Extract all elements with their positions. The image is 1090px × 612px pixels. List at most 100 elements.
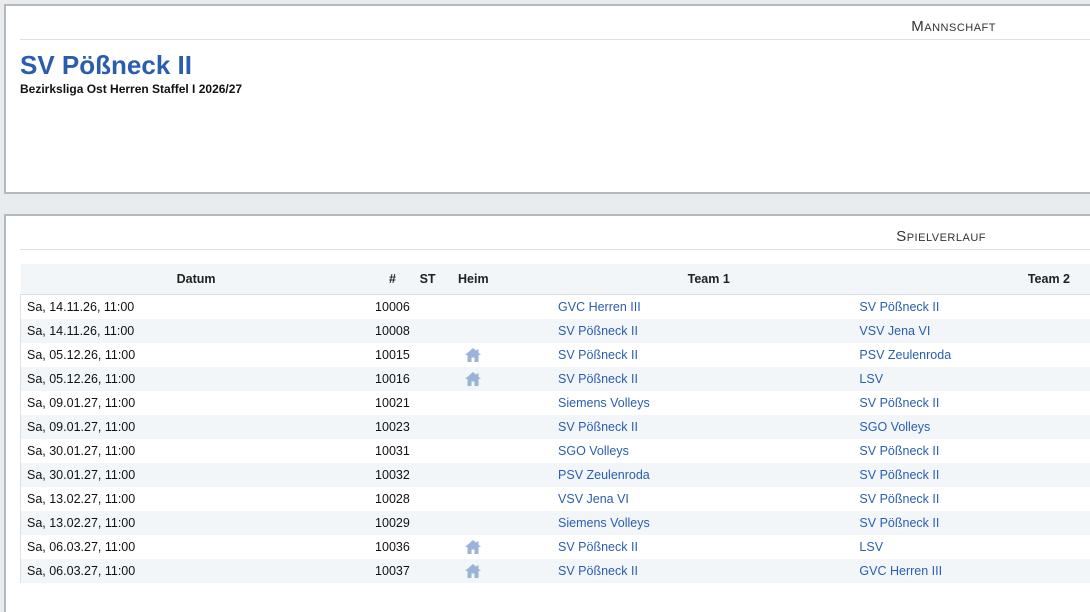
cell-game-number: 10006 <box>375 300 410 314</box>
home-icon <box>464 563 482 579</box>
team1-link[interactable]: Siemens Volleys <box>558 516 650 530</box>
team1-link[interactable]: Siemens Volleys <box>558 396 650 410</box>
cell-team1: VSV Jena VI <box>558 487 859 511</box>
cell-team1: SV Pößneck II <box>558 415 860 439</box>
cell-team1: GVC Herren III <box>558 295 859 320</box>
cell-heim <box>442 343 558 367</box>
cell-st <box>413 343 442 367</box>
cell-game-number: 10015 <box>375 348 410 362</box>
cell-st <box>413 295 442 320</box>
team2-link[interactable]: PSV Zeulenroda <box>859 348 951 362</box>
cell-team2: SV Pößneck II <box>859 391 1090 415</box>
cell-heim <box>442 319 559 343</box>
cell-st <box>413 367 443 391</box>
cell-game-number: 10008 <box>371 319 414 343</box>
team1-link[interactable]: SV Pößneck II <box>558 420 638 434</box>
team2-link[interactable]: SV Pößneck II <box>859 516 939 530</box>
team2-link[interactable]: SV Pößneck II <box>859 300 939 314</box>
cell-game-number: 10037 <box>371 559 414 583</box>
cell-heim <box>442 415 559 439</box>
header-team1[interactable]: Team 1 <box>558 264 860 295</box>
cell-team2: SV Pößneck II <box>859 487 1090 511</box>
header-heim[interactable]: Heim <box>442 264 559 295</box>
home-icon <box>464 371 482 387</box>
league-name: Bezirksliga Ost Herren Staffel I 2026/27 <box>20 82 243 96</box>
team2-link[interactable]: SV Pößneck II <box>859 468 939 482</box>
cell-game-number: 10021 <box>375 396 410 410</box>
cell-game-number: 10031 <box>375 444 410 458</box>
cell-heim <box>442 295 558 320</box>
team1-link[interactable]: SV Pößneck II <box>558 540 638 554</box>
team2-link[interactable]: VSV Jena VI <box>859 324 930 338</box>
cell-team1: SV Pößneck II <box>558 559 860 583</box>
table-row: Sa, 06.03.27, 11:00 10036 SV Pößneck II LSV <box>19 535 1090 559</box>
cell-st <box>413 439 442 463</box>
team2-link[interactable]: SV Pößneck II <box>859 492 939 506</box>
table-row: Sa, 13.02.27, 11:00 10028 VSV Jena VI SV Pö… <box>19 487 1090 511</box>
table-row: Sa, 05.12.26, 11:00 10015 SV Pößneck II PSV… <box>19 343 1090 367</box>
cell-team1: SV Pößneck II <box>558 367 860 391</box>
section-title-spielverlauf: Spielverlauf <box>896 228 986 245</box>
games-table-body: Sa, 14.11.26, 11:00 10006 GVC Herren III SV… <box>19 294 1090 583</box>
header-team2[interactable]: Team 2 <box>859 264 1090 295</box>
cell-team2: SV Pößneck II <box>859 439 1090 463</box>
cell-team1: SV Pößneck II <box>558 343 859 367</box>
team2-link[interactable]: LSV <box>859 372 883 386</box>
cell-heim <box>442 463 559 487</box>
table-row: Sa, 09.01.27, 11:00 10023 SV Pößneck II SGO… <box>19 415 1090 439</box>
cell-datum: Sa, 14.11.26, 11:00 <box>19 294 372 319</box>
table-row: Sa, 13.02.27, 11:00 10029 Siemens Volleys S… <box>19 511 1090 535</box>
table-header-row: Datum # ST Heim Team 1 Team 2 <box>20 264 1090 295</box>
team2-link[interactable]: SV Pößneck II <box>859 396 939 410</box>
cell-team1: SV Pößneck II <box>558 319 860 343</box>
cell-datum: Sa, 06.03.27, 11:00 <box>19 535 372 559</box>
cell-datum: Sa, 30.01.27, 11:00 <box>19 439 372 463</box>
header-st[interactable]: ST <box>413 264 443 295</box>
header-nr[interactable]: # <box>371 264 414 295</box>
cell-game-number: 10032 <box>371 463 414 487</box>
cell-game-number: 10029 <box>371 511 414 535</box>
cell-st <box>413 463 443 487</box>
cell-datum: Sa, 14.11.26, 11:00 <box>19 319 372 343</box>
team-name: SV Pößneck II <box>20 50 192 80</box>
team2-link[interactable]: LSV <box>859 540 883 554</box>
cell-team1: PSV Zeulenroda <box>558 463 860 487</box>
cell-datum: Sa, 13.02.27, 11:00 <box>19 511 372 535</box>
team1-link[interactable]: SGO Volleys <box>558 444 629 458</box>
cell-datum: Sa, 09.01.27, 11:00 <box>19 415 372 439</box>
team1-link[interactable]: PSV Zeulenroda <box>558 468 650 482</box>
cell-heim <box>442 439 558 463</box>
section-title-mannschaft: Mannschaft <box>911 18 996 35</box>
cell-heim <box>442 511 559 535</box>
team1-link[interactable]: SV Pößneck II <box>558 372 638 386</box>
team1-link[interactable]: SV Pößneck II <box>558 564 638 578</box>
team-panel: Mannschaft SV Pößneck II Bezirksliga Ost… <box>4 4 1090 194</box>
cell-team2: LSV <box>859 535 1090 559</box>
games-panel: Spielverlauf Datum # ST Heim Team 1 Team… <box>4 214 1090 612</box>
cell-st <box>413 511 443 535</box>
team1-link[interactable]: VSV Jena VI <box>558 492 629 506</box>
team1-link[interactable]: SV Pößneck II <box>558 324 638 338</box>
cell-heim <box>442 391 558 415</box>
team2-link[interactable]: GVC Herren III <box>859 564 942 578</box>
games-table: Datum # ST Heim Team 1 Team 2 Sa, 14.11.… <box>19 264 1090 583</box>
cell-heim <box>442 535 558 559</box>
cell-team1: SV Pößneck II <box>558 535 859 559</box>
table-row: Sa, 14.11.26, 11:00 10006 GVC Herren III SV… <box>19 294 1090 320</box>
table-row: Sa, 05.12.26, 11:00 10016 SV Pößneck II LSV <box>19 367 1090 391</box>
table-row: Sa, 09.01.27, 11:00 10021 Siemens Volleys S… <box>19 391 1090 415</box>
cell-team2: LSV <box>859 367 1090 391</box>
team1-link[interactable]: GVC Herren III <box>558 300 641 314</box>
header-datum[interactable]: Datum <box>20 264 372 295</box>
team2-link[interactable]: SV Pößneck II <box>859 444 939 458</box>
team1-link[interactable]: SV Pößneck II <box>558 348 638 362</box>
cell-team2: SGO Volleys <box>859 415 1090 439</box>
team2-link[interactable]: SGO Volleys <box>859 420 930 434</box>
home-icon <box>464 347 482 363</box>
cell-st <box>413 319 443 343</box>
table-row: Sa, 30.01.27, 11:00 10031 SGO Volleys SV Pö… <box>19 439 1090 463</box>
cell-team1: Siemens Volleys <box>558 391 859 415</box>
cell-team2: SV Pößneck II <box>859 511 1090 535</box>
cell-game-number: 10016 <box>371 367 414 391</box>
cell-datum: Sa, 06.03.27, 11:00 <box>19 559 372 583</box>
